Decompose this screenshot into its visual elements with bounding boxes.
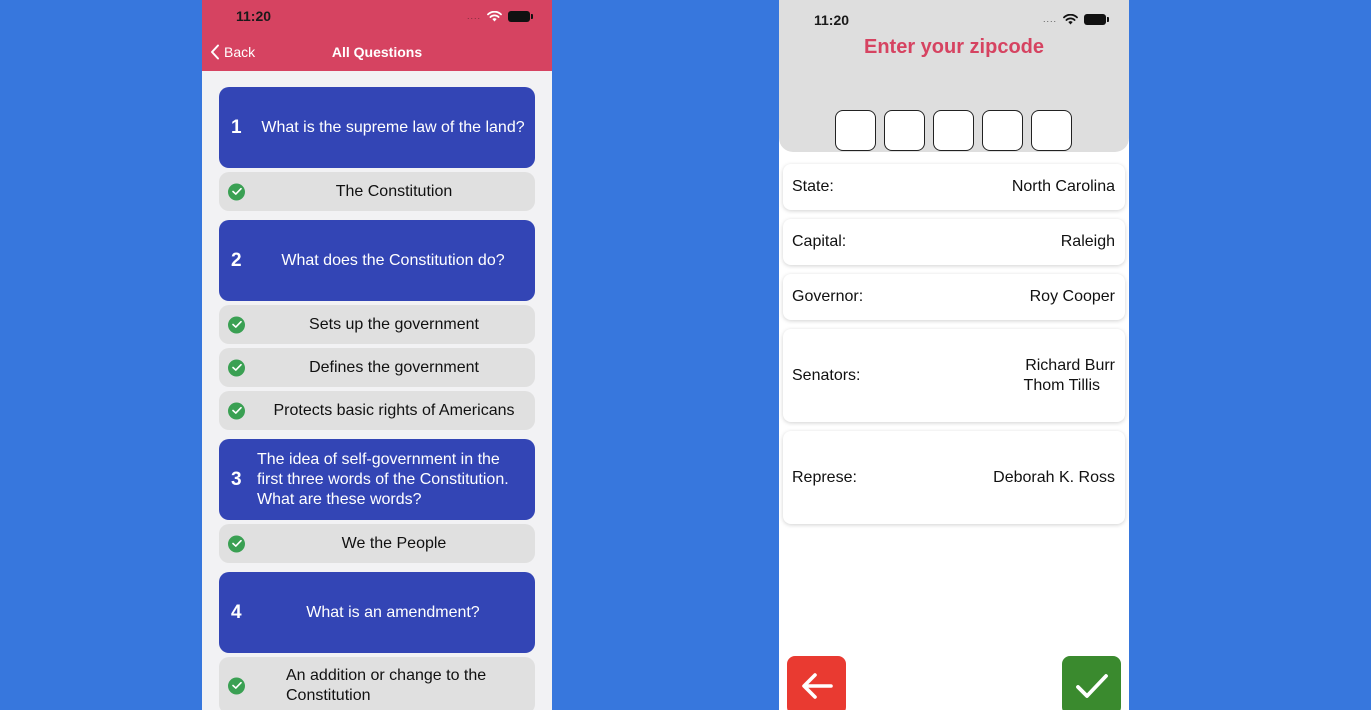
- nav-header: 11:20 .... Back All Questions: [202, 0, 552, 71]
- checkmark-circle-icon: [228, 359, 245, 376]
- senators-values: Richard Burr Thom Tillis: [1024, 356, 1115, 396]
- question-number: 4: [231, 601, 242, 623]
- battery-icon: [508, 10, 534, 22]
- zip-digit-box[interactable]: [1031, 110, 1072, 151]
- question-card[interactable]: 4 What is an amendment?: [219, 572, 535, 653]
- question-text: What is an amendment?: [306, 603, 480, 621]
- answer-text: Defines the government: [309, 358, 479, 376]
- zip-digit-box[interactable]: [835, 110, 876, 151]
- state-label: State:: [792, 178, 834, 195]
- checkmark-circle-icon: [228, 183, 245, 200]
- question-card[interactable]: 1 What is the supreme law of the land?: [219, 87, 535, 168]
- status-icons: ....: [1043, 13, 1110, 25]
- senators-label: Senators:: [792, 366, 861, 384]
- representative-value: Deborah K. Ross: [993, 468, 1115, 486]
- question-number: 3: [231, 468, 242, 490]
- answer-row: We the People: [219, 524, 535, 563]
- answer-text: We the People: [341, 534, 447, 552]
- governor-label: Governor:: [792, 288, 864, 305]
- senator-name: Richard Burr: [1025, 356, 1115, 374]
- answer-row: Protects basic rights of Americans: [219, 391, 535, 430]
- capital-row: Capital: Raleigh: [783, 219, 1125, 265]
- zipcode-panel: 11:20 .... Enter your zipcode: [779, 0, 1129, 152]
- zipcode-title: Enter your zipcode: [863, 36, 1045, 58]
- arrow-left-icon: [801, 672, 833, 699]
- state-value: North Carolina: [1011, 178, 1115, 195]
- answer-text: An addition or change to the Constitutio…: [286, 666, 487, 704]
- question-list: 1 What is the supreme law of the land? T…: [219, 87, 535, 710]
- signal-dots-icon: ....: [467, 11, 482, 21]
- answer-text: The Constitution: [335, 182, 453, 200]
- wifi-icon: [487, 10, 502, 21]
- question-text: The idea of self-government in the first…: [257, 450, 509, 508]
- representative-row: Represe: Deborah K. Ross: [783, 431, 1125, 524]
- checkmark-circle-icon: [228, 402, 245, 419]
- zip-digit-box[interactable]: [933, 110, 974, 151]
- question-text: What does the Constitution do?: [281, 251, 505, 269]
- question-card[interactable]: 2 What does the Constitution do?: [219, 220, 535, 301]
- answer-row: The Constitution: [219, 172, 535, 211]
- governor-value: Roy Cooper: [1029, 288, 1115, 305]
- governor-row: Governor: Roy Cooper: [783, 274, 1125, 320]
- checkmark-circle-icon: [228, 535, 245, 552]
- checkmark-circle-icon: [228, 677, 245, 694]
- capital-label: Capital:: [792, 233, 847, 250]
- senators-row: Senators: Richard Burr Thom Tillis: [783, 329, 1125, 422]
- question-number: 1: [231, 116, 242, 138]
- senator-name: Thom Tillis: [1023, 376, 1100, 394]
- question-text: What is the supreme law of the land?: [261, 118, 525, 136]
- confirm-button[interactable]: [1062, 656, 1121, 710]
- state-row: State: North Carolina: [783, 164, 1125, 210]
- checkmark-icon: [1075, 673, 1108, 698]
- zipcode-screen: 11:20 .... Enter your zipcode State: Nor…: [779, 0, 1129, 710]
- answer-row: An addition or change to the Constitutio…: [219, 657, 535, 710]
- page-title: All Questions: [331, 44, 423, 60]
- representative-info-list: State: North Carolina Capital: Raleigh G…: [783, 164, 1125, 533]
- signal-dots-icon: ....: [1043, 14, 1058, 24]
- answer-text: Sets up the government: [309, 315, 479, 333]
- checkmark-circle-icon: [228, 316, 245, 333]
- zip-digit-box[interactable]: [982, 110, 1023, 151]
- back-arrow-button[interactable]: [787, 656, 846, 710]
- status-time: 11:20: [814, 12, 850, 28]
- battery-icon: [1084, 13, 1110, 25]
- zipcode-input: [835, 110, 1072, 151]
- answer-text: Protects basic rights of Americans: [273, 401, 515, 419]
- status-time: 11:20: [236, 8, 272, 24]
- answer-row: Defines the government: [219, 348, 535, 387]
- questions-screen: 11:20 .... Back All Questions 1 What is …: [202, 0, 552, 710]
- representative-label: Represe:: [792, 468, 857, 486]
- wifi-icon: [1063, 13, 1078, 24]
- capital-value: Raleigh: [1060, 233, 1115, 250]
- question-number: 2: [231, 249, 242, 271]
- status-icons: ....: [467, 10, 534, 22]
- zip-digit-box[interactable]: [884, 110, 925, 151]
- answer-row: Sets up the government: [219, 305, 535, 344]
- question-card[interactable]: 3 The idea of self-government in the fir…: [219, 439, 535, 520]
